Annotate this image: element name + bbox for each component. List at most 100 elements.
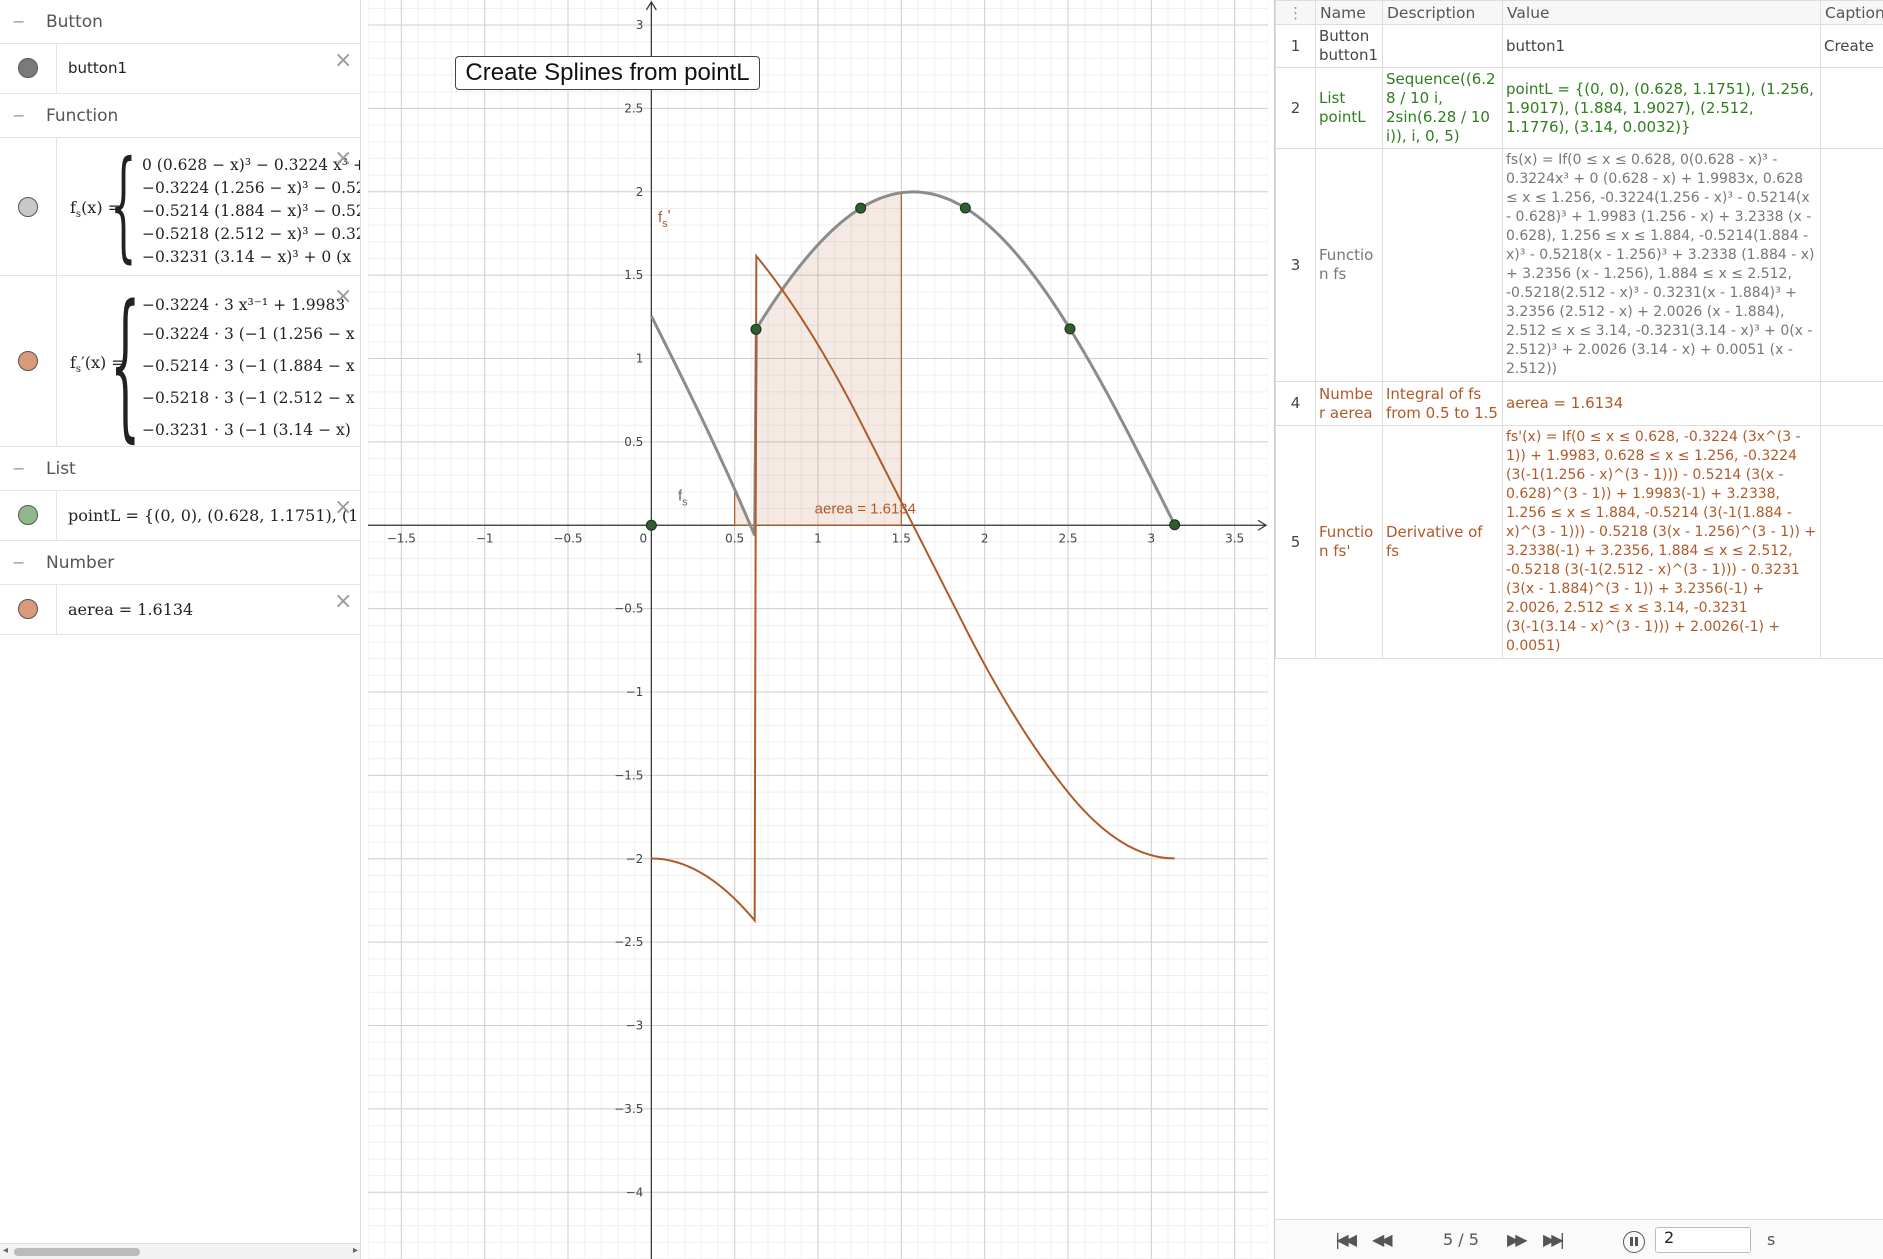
column-menu-icon[interactable]: ⋮ — [1275, 0, 1316, 25]
previous-step-icon[interactable]: ◀◀ — [1372, 1230, 1393, 1249]
fsprime-piece: −0.5214 · 3 (−1 (1.884 − x — [142, 357, 355, 375]
last-step-icon[interactable]: ▶▶| — [1543, 1230, 1565, 1249]
y-tick-label: −1.5 — [614, 768, 643, 782]
fs-piece: −0.3224 (1.256 − x)³ − 0.52 — [142, 179, 360, 197]
integral-value-label: aerea = 1.6134 — [815, 501, 916, 518]
protocol-step-number: 4 — [1275, 381, 1316, 426]
fsprime-curve-label: fs' — [658, 207, 671, 230]
speed-unit: s — [1767, 1230, 1776, 1249]
step-counter: 5 / 5 — [1443, 1230, 1479, 1249]
protocol-row[interactable]: 4 Number aerea Integral of fs from 0.5 to … — [1275, 381, 1883, 426]
first-step-icon[interactable]: |◀◀ — [1335, 1230, 1357, 1249]
category-list[interactable]: − List — [0, 447, 360, 491]
category-button[interactable]: − Button — [0, 0, 360, 44]
fs-piece: −0.5214 (1.884 − x)³ − 0.52 — [142, 202, 360, 220]
y-tick-label: 2 — [636, 185, 644, 199]
header-description[interactable]: Description — [1382, 0, 1503, 25]
visibility-toggle[interactable] — [0, 138, 57, 275]
protocol-caption — [1820, 425, 1883, 659]
fsprime-piece: −0.3224 · 3 x³⁻¹ + 1.9983 — [142, 296, 346, 314]
fs-curve — [649, 190, 1177, 537]
data-point — [959, 202, 971, 214]
fsprime-curve — [651, 253, 1175, 924]
protocol-navigation-bar: |◀◀ ◀◀ 5 / 5 ▶▶ ▶▶| 2 s — [1275, 1219, 1883, 1259]
visibility-marble-icon[interactable] — [18, 58, 38, 78]
protocol-row[interactable]: 5 Function fs' Derivative of fs fs'(x) = If… — [1275, 425, 1883, 659]
header-value[interactable]: Value — [1502, 0, 1821, 25]
piecewise-brace: { — [110, 276, 141, 446]
y-tick-label: 1 — [636, 352, 644, 366]
collapse-icon[interactable]: − — [12, 12, 28, 31]
y-tick-label: 1.5 — [624, 268, 643, 282]
horizontal-scrollbar[interactable]: ◂ ▸ — [0, 1243, 360, 1259]
visibility-marble-icon[interactable] — [18, 599, 38, 619]
speed-input[interactable]: 2 — [1655, 1227, 1751, 1253]
delete-icon[interactable]: × — [334, 497, 352, 519]
visibility-toggle[interactable] — [0, 276, 57, 446]
coordinate-plane[interactable]: −1.5 −1 −0.5 0 0.5 1 1.5 2 2.5 3 3.5 3 2.5 2 1.5 1 0.5 −0… — [368, 0, 1268, 1259]
delete-icon[interactable]: × — [334, 50, 352, 72]
scrollbar-thumb[interactable] — [14, 1248, 140, 1256]
category-number[interactable]: − Number — [0, 541, 360, 585]
protocol-name: List pointL — [1315, 67, 1383, 149]
protocol-value: aerea = 1.6134 — [1502, 381, 1821, 426]
fsprime-definition[interactable]: fs′(x) = { −0.3224 · 3 x³⁻¹ + 1.9983 −0.… — [57, 276, 360, 446]
visibility-toggle[interactable] — [0, 44, 57, 93]
protocol-caption — [1820, 148, 1883, 382]
fs-definition[interactable]: fs(x) = { 0 (0.628 − x)³ − 0.3224 x³ + −… — [57, 138, 360, 275]
header-caption[interactable]: Caption — [1820, 0, 1883, 25]
visibility-marble-icon[interactable] — [18, 505, 38, 525]
x-tick-label: 2 — [981, 531, 989, 545]
y-tick-label: −3.5 — [614, 1102, 643, 1116]
scroll-right-icon[interactable]: ▸ — [353, 1245, 358, 1256]
protocol-row[interactable]: 1 Button button1 button1 Create — [1275, 24, 1883, 68]
collapse-icon[interactable]: − — [12, 106, 28, 125]
y-tick-label: 2.5 — [624, 101, 643, 115]
algebra-item-fsprime[interactable]: fs′(x) = { −0.3224 · 3 x³⁻¹ + 1.9983 −0.… — [0, 276, 360, 447]
algebra-item-fs[interactable]: fs(x) = { 0 (0.628 − x)³ − 0.3224 x³ + −… — [0, 138, 360, 276]
visibility-toggle[interactable] — [0, 585, 57, 634]
y-tick-label: −0.5 — [614, 602, 643, 616]
y-tick-label: 0.5 — [624, 435, 643, 449]
y-tick-label: −4 — [626, 1185, 644, 1199]
y-tick-label: −1 — [626, 685, 644, 699]
pause-icon[interactable] — [1623, 1231, 1645, 1253]
header-name[interactable]: Name — [1315, 0, 1383, 25]
visibility-marble-icon[interactable] — [18, 351, 38, 371]
protocol-name: Function fs — [1315, 148, 1383, 382]
collapse-icon[interactable]: − — [12, 459, 28, 478]
protocol-value: fs'(x) = If(0 ≤ x ≤ 0.628, -0.3224 (3x^(… — [1502, 425, 1821, 659]
x-tick-label: −1.5 — [387, 531, 416, 545]
algebra-item-pointL[interactable]: pointL = {(0, 0), (0.628, 1.1751), (1.25… — [0, 491, 360, 541]
delete-icon[interactable]: × — [334, 148, 352, 170]
protocol-row[interactable]: 3 Function fs fs(x) = If(0 ≤ x ≤ 0.628, 0(… — [1275, 148, 1883, 382]
protocol-name: Function fs' — [1315, 425, 1383, 659]
fsprime-piece: −0.5218 · 3 (−1 (2.512 − x — [142, 389, 355, 407]
next-step-icon[interactable]: ▶▶ — [1507, 1230, 1528, 1249]
protocol-row[interactable]: 2 List pointL Sequence((6.28 / 10 i, 2sin(… — [1275, 67, 1883, 149]
create-splines-button[interactable]: Create Splines from pointL — [455, 56, 760, 90]
protocol-description: Derivative of fs — [1382, 425, 1503, 659]
x-tick-label: −0.5 — [553, 531, 582, 545]
algebra-item-button1[interactable]: button1 × — [0, 44, 360, 94]
x-tick-label: 3.5 — [1225, 531, 1244, 545]
x-tick-label: −1 — [476, 531, 494, 545]
protocol-step-number: 3 — [1275, 148, 1316, 382]
delete-icon[interactable]: × — [334, 286, 352, 308]
x-tick-label: 1.5 — [892, 531, 911, 545]
fsprime-piece: −0.3231 · 3 (−1 (3.14 − x) — [142, 421, 351, 439]
scroll-left-icon[interactable]: ◂ — [3, 1245, 8, 1256]
protocol-step-number: 5 — [1275, 425, 1316, 659]
x-tick-label: 1 — [814, 531, 822, 545]
visibility-toggle[interactable] — [0, 491, 57, 540]
delete-icon[interactable]: × — [334, 591, 352, 613]
collapse-icon[interactable]: − — [12, 553, 28, 572]
graphics-view[interactable]: −1.5 −1 −0.5 0 0.5 1 1.5 2 2.5 3 3.5 3 2.5 2 1.5 1 0.5 −0… — [368, 0, 1268, 1259]
data-point — [750, 323, 762, 335]
protocol-description: Sequence((6.28 / 10 i, 2sin(6.28 / 10 i)… — [1382, 67, 1503, 149]
y-tick-label: −2 — [626, 852, 644, 866]
algebra-item-aerea[interactable]: aerea = 1.6134 × — [0, 585, 360, 635]
visibility-marble-icon[interactable] — [18, 197, 38, 217]
protocol-description — [1382, 148, 1503, 382]
category-function[interactable]: − Function — [0, 94, 360, 138]
